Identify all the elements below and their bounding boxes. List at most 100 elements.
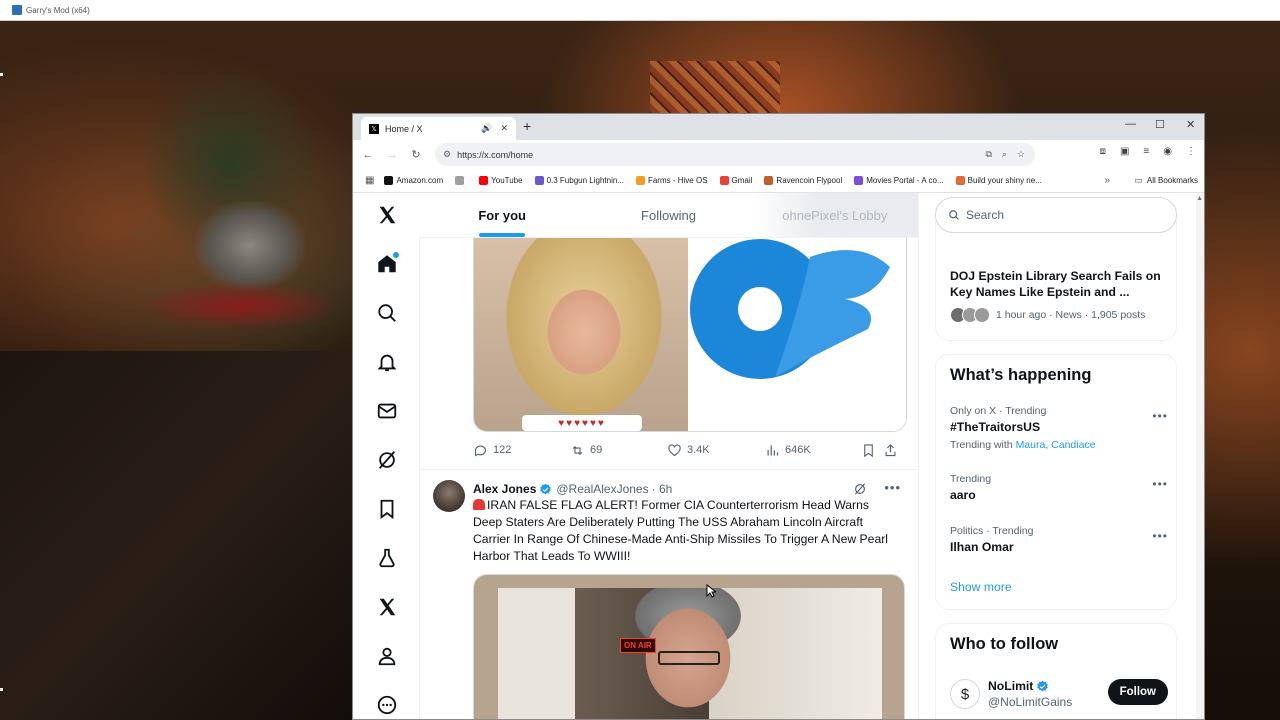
tab-title: Home / X — [385, 123, 423, 134]
nav-premium[interactable] — [375, 595, 399, 619]
profile-avatar-icon[interactable]: ◉ — [1163, 146, 1172, 157]
show-more-link[interactable]: Show more — [950, 580, 1012, 594]
tweet-media-grid[interactable]: ♥♥♥♥♥♥ — [473, 237, 907, 432]
whats-happening-heading: What’s happening — [950, 366, 1092, 384]
tab-following[interactable]: Following — [585, 193, 751, 237]
nav-home[interactable] — [375, 251, 400, 276]
nav-profile[interactable] — [375, 644, 399, 668]
suggested-user-name[interactable]: NoLimit — [988, 679, 1033, 693]
search-placeholder: Search — [966, 208, 1005, 222]
trend-item[interactable]: Trending aaro ••• — [950, 473, 1168, 502]
avatar[interactable]: $ — [950, 679, 980, 709]
bookmark-item[interactable]: Amazon.com — [384, 176, 443, 185]
author-name[interactable]: Alex Jones — [473, 482, 536, 496]
avatar[interactable] — [433, 480, 465, 512]
zoom-icon[interactable]: ⌕ — [1002, 149, 1007, 160]
reload-button[interactable]: ↻ — [404, 148, 428, 161]
trend-more-icon[interactable]: ••• — [1152, 529, 1168, 543]
tab-close-icon[interactable]: ✕ — [500, 123, 508, 134]
news-headline[interactable]: DOJ Epstein Library Search Fails on Key … — [950, 268, 1172, 300]
bookmark-tweet-button[interactable] — [861, 443, 883, 458]
bookmarks-overflow-icon[interactable]: » — [1104, 175, 1110, 186]
tweet-body: IRAN FALSE FLAG ALERT! Former CIA Counte… — [473, 498, 889, 563]
views-button[interactable]: 646K — [765, 443, 861, 458]
nav-more[interactable] — [375, 693, 399, 717]
tab-label: ohnePixel's Lobby — [782, 207, 888, 223]
page-scrollbar[interactable] — [1196, 193, 1204, 719]
bookmark-favicon-icon — [764, 176, 774, 185]
reading-list-icon[interactable]: ▣ — [1120, 146, 1129, 157]
bookmark-item[interactable]: Ravencoin Flypool — [764, 176, 842, 185]
nav-jobs[interactable] — [375, 546, 399, 570]
repost-button[interactable]: 69 — [570, 443, 667, 458]
tweet-time[interactable]: · 6h — [652, 482, 673, 496]
nav-explore[interactable] — [375, 301, 399, 325]
more-options-icon[interactable]: ••• — [884, 480, 901, 495]
x-page: For you Following ohnePixel's Lobby ♥♥♥♥… — [353, 193, 1198, 719]
whats-happening-card: What’s happening Only on X · Trending #T… — [935, 354, 1177, 610]
menu-kebab-icon[interactable]: ⋮ — [1186, 146, 1196, 157]
forward-button[interactable]: → — [380, 149, 404, 161]
bookmark-label: Build your shiny ne... — [967, 176, 1042, 185]
install-app-icon[interactable]: ⧉ — [985, 149, 991, 160]
all-bookmarks-button[interactable]: ▭ All Bookmarks — [1134, 175, 1198, 186]
tab-community-lobby[interactable]: ohnePixel's Lobby — [751, 193, 918, 237]
window-close-button[interactable]: ✕ — [1186, 118, 1195, 131]
bookmark-item[interactable]: Movies Portal - A co... — [854, 176, 944, 185]
tweet-video[interactable]: ON AIR — [473, 574, 905, 719]
bookmark-item[interactable]: Farms - Hive OS — [635, 176, 708, 185]
nav-messages[interactable] — [375, 399, 399, 423]
x-left-nav — [353, 193, 420, 719]
who-to-follow-card: Who to follow $ NoLimit @NoLimitGains Fo… — [935, 623, 1177, 719]
author-handle[interactable]: @RealAlexJones — [556, 482, 648, 496]
bookmark-item[interactable]: YouTube — [479, 176, 523, 185]
bookmarks-bar: ▦ Amazon.com YouTube 0.3 Fubgun Lightnin..… — [353, 169, 1204, 193]
suggested-user[interactable]: $ NoLimit @NoLimitGains Follow — [950, 676, 1168, 712]
scroll-up-arrow-icon[interactable]: ▲ — [1196, 195, 1203, 202]
tab-home-x[interactable]: 𝕏 Home / X 🔊 ✕ — [361, 117, 516, 140]
trend-more-icon[interactable]: ••• — [1152, 409, 1168, 423]
new-tab-button[interactable]: + — [523, 118, 531, 134]
bookmark-favicon-icon — [479, 176, 489, 185]
like-button[interactable]: 3.4K — [667, 443, 765, 458]
nav-grok[interactable] — [375, 448, 399, 472]
bookmark-item[interactable]: Build your shiny ne... — [955, 176, 1042, 185]
tweet-divider — [419, 469, 918, 470]
nav-notifications[interactable] — [375, 350, 399, 374]
grok-icon[interactable] — [853, 482, 867, 496]
trending-with-links[interactable]: Maura, Candiace — [1016, 439, 1096, 451]
reply-button[interactable]: 122 — [473, 443, 570, 458]
bookmark-item[interactable]: 0.3 Fubgun Lightnin... — [534, 176, 624, 185]
back-button[interactable]: ← — [356, 149, 380, 161]
grok-icon — [378, 451, 396, 469]
site-info-icon[interactable]: ⚙ — [443, 149, 451, 160]
follow-button[interactable]: Follow — [1107, 679, 1168, 705]
tweet-photo[interactable]: ♥♥♥♥♥♥ — [474, 237, 688, 431]
nav-bookmarks[interactable] — [375, 497, 399, 521]
bookmark-favicon-icon — [534, 176, 544, 185]
maximize-button[interactable]: ☐ — [1155, 118, 1165, 131]
bookmark-item[interactable]: Gmail — [719, 176, 752, 185]
bookmark-star-icon[interactable]: ☆ — [1017, 149, 1025, 160]
bookmark-item[interactable] — [455, 176, 467, 185]
trend-item[interactable]: Only on X · Trending #TheTraitorsUS Tren… — [950, 405, 1168, 451]
timeline: For you Following ohnePixel's Lobby ♥♥♥♥… — [419, 193, 919, 719]
avatar — [974, 307, 990, 323]
tweet-logo-image[interactable] — [688, 237, 906, 431]
trend-item[interactable]: Politics · Trending Ilhan Omar ••• — [950, 525, 1168, 554]
x-home-logo[interactable] — [375, 203, 399, 227]
speaker-icon[interactable]: 🔊 — [481, 123, 492, 134]
media-control-icon[interactable]: ≡ — [1143, 146, 1149, 157]
apps-grid-icon[interactable]: ▦ — [365, 175, 374, 186]
share-button[interactable] — [883, 443, 905, 458]
tab-for-you[interactable]: For you — [419, 193, 585, 237]
minimize-button[interactable]: — — [1125, 118, 1136, 130]
extensions-icon[interactable]: ⧈ — [1100, 146, 1106, 157]
bookmark-label: Movies Portal - A co... — [866, 176, 944, 185]
new-posts-dot — [392, 251, 400, 259]
trend-more-icon[interactable]: ••• — [1152, 477, 1168, 491]
search-icon — [378, 304, 396, 322]
address-bar[interactable]: ⚙ https://x.com/home ⧉ ⌕ ☆ — [435, 143, 1035, 166]
search-input[interactable]: Search — [935, 197, 1177, 233]
url-text[interactable]: https://x.com/home — [457, 150, 985, 160]
